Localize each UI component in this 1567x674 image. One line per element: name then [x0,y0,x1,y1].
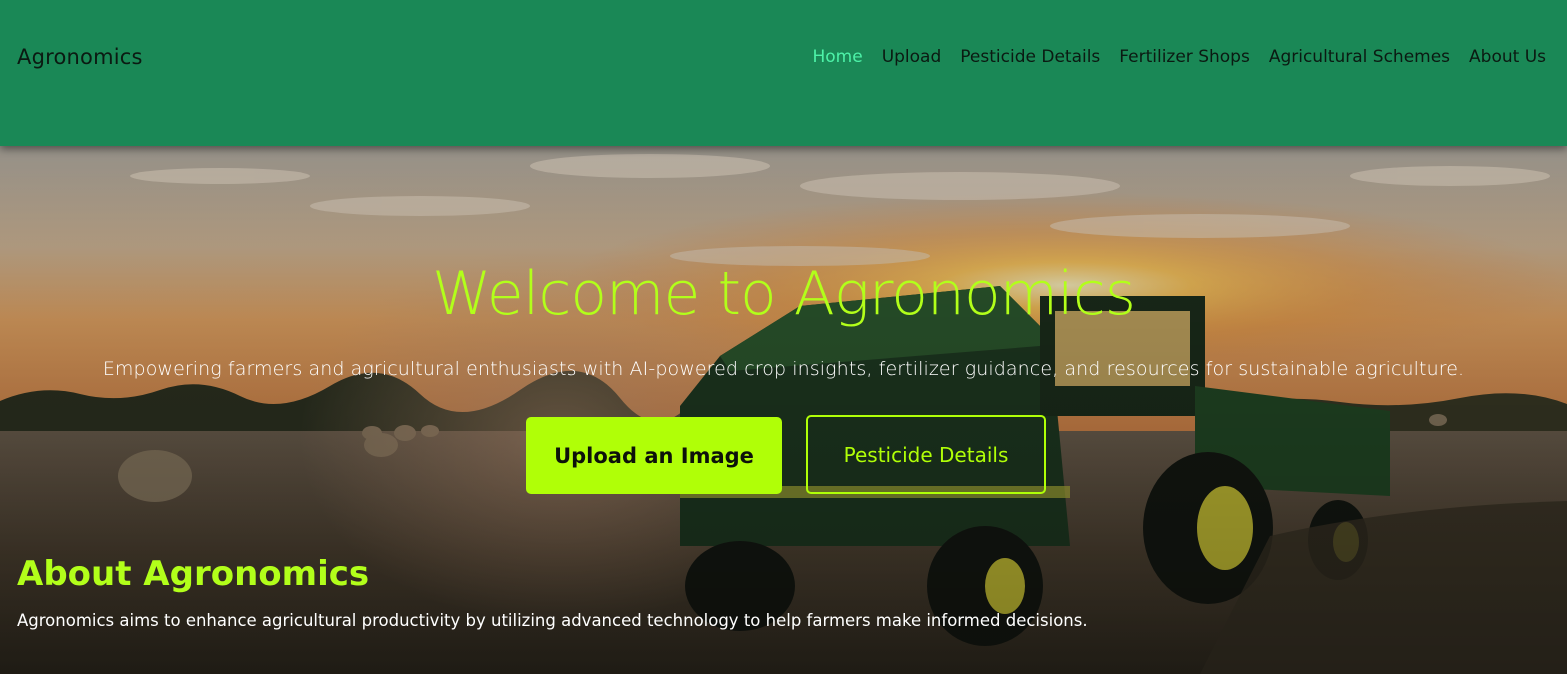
nav-link-upload[interactable]: Upload [882,47,942,67]
hero-content: Welcome to Agronomics Empowering farmers… [0,146,1567,674]
pesticide-details-button[interactable]: Pesticide Details [806,415,1046,494]
hero-section: Welcome to Agronomics Empowering farmers… [0,146,1567,674]
upload-image-button[interactable]: Upload an Image [526,417,782,494]
brand-logo-text[interactable]: Agronomics [17,45,143,69]
nav-link-about-us[interactable]: About Us [1469,47,1546,67]
about-text: Agronomics aims to enhance agricultural … [17,611,1088,630]
hero-subtitle: Empowering farmers and agricultural enth… [102,358,1465,380]
about-title: About Agronomics [17,554,370,594]
nav-link-fertilizer-shops[interactable]: Fertilizer Shops [1119,47,1250,67]
hero-title: Welcome to Agronomics [431,259,1136,329]
nav-link-agricultural-schemes[interactable]: Agricultural Schemes [1269,47,1450,67]
nav-links: Home Upload Pesticide Details Fertilizer… [813,47,1547,67]
navbar: Agronomics Home Upload Pesticide Details… [0,0,1567,146]
nav-link-home[interactable]: Home [813,47,863,67]
nav-link-pesticide-details[interactable]: Pesticide Details [960,47,1100,67]
